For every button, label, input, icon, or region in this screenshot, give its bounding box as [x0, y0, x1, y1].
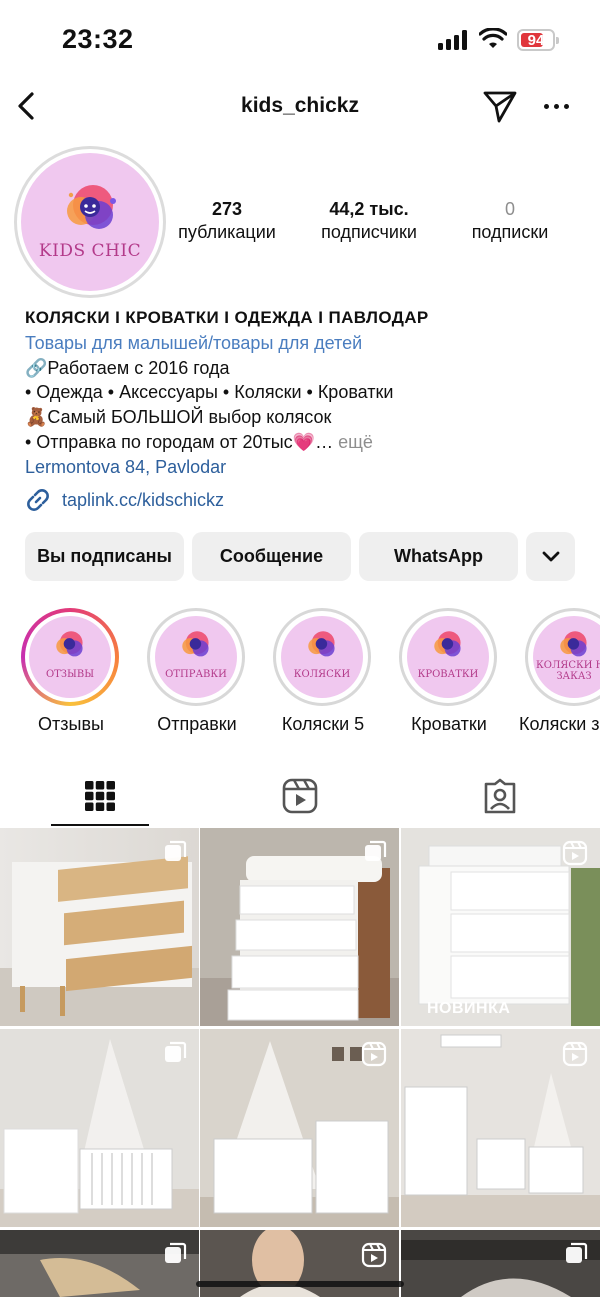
message-button[interactable]: Сообщение	[192, 532, 351, 581]
carousel-icon	[165, 1041, 187, 1062]
chevron-down-icon	[542, 551, 559, 561]
stat-value: 44,2 тыс.	[329, 199, 409, 219]
whatsapp-button[interactable]: WhatsApp	[359, 532, 518, 581]
carousel-icon	[165, 840, 187, 861]
kids-chic-logo-icon	[67, 185, 116, 229]
avatar: KIDS CHIC	[21, 153, 159, 291]
reel-icon	[361, 1242, 387, 1268]
stat-label: подписчики	[321, 222, 417, 242]
website-link[interactable]: taplink.cc/kidschickz	[24, 486, 224, 514]
tagged-person-icon	[484, 778, 516, 814]
battery-level: 94	[527, 32, 545, 49]
bio-line: 🧸Самый БОЛЬШОЙ выбор колясок	[25, 407, 332, 428]
posts-count[interactable]: 273 публикации	[172, 199, 282, 243]
profile-header: kids_chickz	[0, 80, 600, 134]
profile-avatar[interactable]: KIDS CHIC	[14, 146, 166, 298]
highlight-ring: КОЛЯСКИ НА ЗАКАЗ	[525, 608, 600, 706]
following-count[interactable]: 0 подписки	[462, 199, 558, 243]
suggested-accounts-button[interactable]	[526, 532, 575, 581]
avatar-brand-text: KIDS CHIC	[38, 241, 142, 261]
highlight-cover: КОЛЯСКИ НА ЗАКАЗ	[533, 616, 600, 698]
home-indicator[interactable]	[196, 1281, 404, 1287]
highlight-title: Коляски з	[519, 714, 600, 734]
website-link-text: taplink.cc/kidschickz	[62, 489, 225, 510]
bio-line: 🔗Работаем с 2016 года	[25, 357, 230, 378]
post-thumbnail[interactable]	[0, 1029, 199, 1227]
stat-value: 273	[211, 199, 243, 219]
stat-label: подписки	[471, 222, 549, 242]
post-thumbnail[interactable]: НОВИНКА	[401, 828, 600, 1026]
send-icon[interactable]	[482, 88, 518, 124]
stat-value: 0	[504, 199, 515, 219]
more-link[interactable]: ещё	[338, 432, 373, 452]
tab-posts-grid[interactable]	[0, 764, 200, 828]
kids-chic-logo-icon	[560, 631, 587, 657]
post-thumbnail[interactable]	[200, 1029, 399, 1227]
post-thumbnail[interactable]	[0, 828, 199, 1026]
reels-icon	[282, 778, 318, 814]
carousel-icon	[365, 840, 387, 861]
highlights-clip: КОЛЯСКИ НА ЗАКАЗ Коляски з	[0, 600, 600, 750]
status-bar: 23:32 94	[0, 0, 600, 80]
profile-category[interactable]: Товары для малышей/товары для детей	[25, 331, 585, 356]
bio-line: • Отправка по городам от 20тыс💗…	[25, 431, 334, 452]
status-time: 23:32	[62, 24, 134, 54]
tab-reels[interactable]	[200, 764, 400, 828]
post-thumbnail[interactable]	[401, 1029, 600, 1227]
more-options-icon[interactable]	[540, 90, 574, 120]
reel-icon	[562, 1041, 588, 1067]
tab-tagged[interactable]	[400, 764, 600, 828]
grid-icon	[85, 781, 115, 811]
highlight-cover-text: КОЛЯСКИ НА ЗАКАЗ	[536, 660, 600, 682]
following-button[interactable]: Вы подписаны	[25, 532, 184, 581]
post-thumbnail[interactable]	[0, 1230, 199, 1297]
post-thumbnail[interactable]	[401, 1230, 600, 1297]
battery-icon: 94	[517, 29, 559, 51]
new-label: НОВИНКА	[427, 1000, 511, 1017]
profile-name: КОЛЯСКИ I КРОВАТКИ I ОДЕЖДА I ПАВЛОДАР	[25, 308, 429, 327]
highlight-kolyaski-na-zakaz[interactable]: КОЛЯСКИ НА ЗАКАЗ Коляски з	[519, 608, 600, 734]
reel-icon	[361, 1041, 387, 1067]
profile-tabs	[0, 764, 600, 828]
bio-line: • Одежда • Аксессуары • Коляски • Кроват…	[25, 382, 394, 403]
profile-bio: КОЛЯСКИ I КРОВАТКИ I ОДЕЖДА I ПАВЛОДАР Т…	[25, 306, 585, 480]
followers-count[interactable]: 44,2 тыс. подписчики	[312, 199, 426, 243]
carousel-icon	[566, 1242, 588, 1263]
reel-icon	[562, 840, 588, 866]
post-thumbnail[interactable]	[200, 828, 399, 1026]
wifi-icon	[479, 28, 507, 48]
address-link[interactable]: Lermontova 84, Pavlodar	[25, 455, 585, 480]
stat-label: публикации	[178, 222, 276, 242]
link-icon	[27, 489, 49, 511]
cellular-signal-icon	[438, 30, 468, 50]
carousel-icon	[165, 1242, 187, 1263]
bio-line-last: • Отправка по городам от 20тыс💗… ещё	[25, 430, 585, 455]
active-tab-indicator	[51, 824, 149, 826]
